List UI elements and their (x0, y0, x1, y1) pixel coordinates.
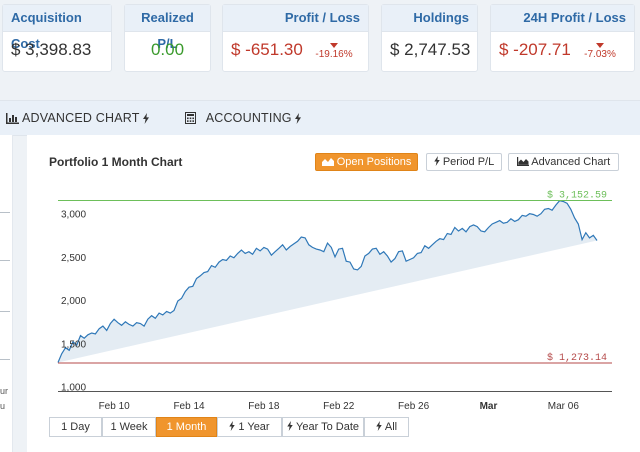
x-tick-label: Mar (480, 401, 498, 412)
realized-pl-card: Realized P/L 0.00 (124, 4, 211, 72)
down-arrow-icon (330, 43, 338, 48)
tab-accounting-label: ACCOUNTING (205, 111, 292, 125)
divider (0, 260, 10, 261)
daily-profit-loss-label: 24H Profit / Loss (491, 5, 634, 32)
profit-loss-card: Profit / Loss $ -651.30 -19.16% (222, 4, 369, 72)
y-tick-label: 2,000 (61, 296, 86, 307)
range-button-1-week[interactable]: 1 Week (102, 417, 156, 437)
holdings-card: Holdings $ 2,747.53 (381, 4, 478, 72)
x-tick-label: Feb 22 (323, 401, 355, 412)
tab-accounting[interactable]: ACCOUNTING (185, 101, 302, 135)
acquisition-cost-card: Acquisition Cost $ 3,398.83 (2, 4, 112, 72)
min-value-label: $ 1,273.14 (547, 352, 607, 364)
y-tick-label: 1,500 (61, 339, 86, 350)
range-button-1-day[interactable]: 1 Day (49, 417, 102, 437)
truncated-text: u (0, 401, 6, 411)
portfolio-area (58, 200, 597, 363)
profit-loss-label: Profit / Loss (223, 5, 368, 32)
bolt-icon (376, 421, 382, 431)
y-tick-label: 2,500 (61, 253, 86, 264)
range-button-year-to-date[interactable]: Year To Date (282, 417, 364, 437)
realized-pl-label: Realized P/L (125, 5, 210, 51)
range-button-1-month[interactable]: 1 Month (156, 417, 217, 437)
x-tick-label: Feb 18 (248, 401, 280, 412)
range-button-label: 1 Day (61, 421, 90, 433)
x-tick-label: Mar 06 (548, 401, 580, 412)
tab-advanced-chart-label: ADVANCED CHART (21, 111, 140, 125)
truncated-text: ur (0, 386, 9, 396)
bolt-icon (295, 113, 302, 124)
bolt-icon (229, 421, 236, 431)
acquisition-cost-label: Acquisition Cost (3, 5, 111, 51)
daily-profit-loss-card: 24H Profit / Loss $ -207.71 -7.03% (490, 4, 635, 72)
range-button-label: All (384, 421, 398, 433)
profit-loss-percent-text: -19.16% (315, 49, 353, 60)
bolt-icon (287, 421, 293, 431)
holdings-value: $ 2,747.53 (390, 40, 471, 59)
x-tick-label: Feb 26 (398, 401, 430, 412)
range-button-label: 1 Week (110, 421, 148, 433)
tab-advanced-chart[interactable]: ADVANCED CHART (6, 101, 150, 135)
calculator-icon (185, 112, 196, 124)
range-button-1-year[interactable]: 1 Year (217, 417, 282, 437)
range-button-label: Year To Date (296, 421, 359, 433)
tab-bar: ADVANCED CHART ACCOUNTING (0, 100, 640, 136)
holdings-label: Holdings (382, 5, 477, 32)
x-tick-label: Feb 10 (99, 401, 131, 412)
bar-chart-icon (6, 113, 19, 124)
daily-profit-loss-percent-text: -7.03% (584, 49, 616, 60)
max-value-label: $ 3,152.59 (547, 189, 607, 201)
y-tick-label: 1,000 (61, 383, 86, 394)
daily-profit-loss-percent: -7.03% (580, 43, 620, 60)
divider (0, 311, 10, 312)
divider (0, 359, 10, 360)
profit-loss-percent: -19.16% (314, 43, 354, 60)
x-tick-label: Feb 14 (173, 401, 205, 412)
left-panel-edge: ur u (0, 135, 13, 452)
range-button-label: 1 Year (238, 421, 270, 433)
y-tick-label: 3,000 (61, 210, 86, 221)
down-arrow-icon (596, 43, 604, 48)
portfolio-chart: 1,000 1,500 2,000 2,500 3,000 $ 3,152.59 $ 1,2… (57, 189, 612, 412)
range-button-all[interactable]: All (364, 417, 409, 437)
chart-panel: Portfolio 1 Month Chart Open Positions P… (27, 135, 640, 452)
bolt-icon (143, 113, 150, 124)
divider (0, 212, 10, 213)
range-button-label: 1 Month (166, 421, 207, 433)
